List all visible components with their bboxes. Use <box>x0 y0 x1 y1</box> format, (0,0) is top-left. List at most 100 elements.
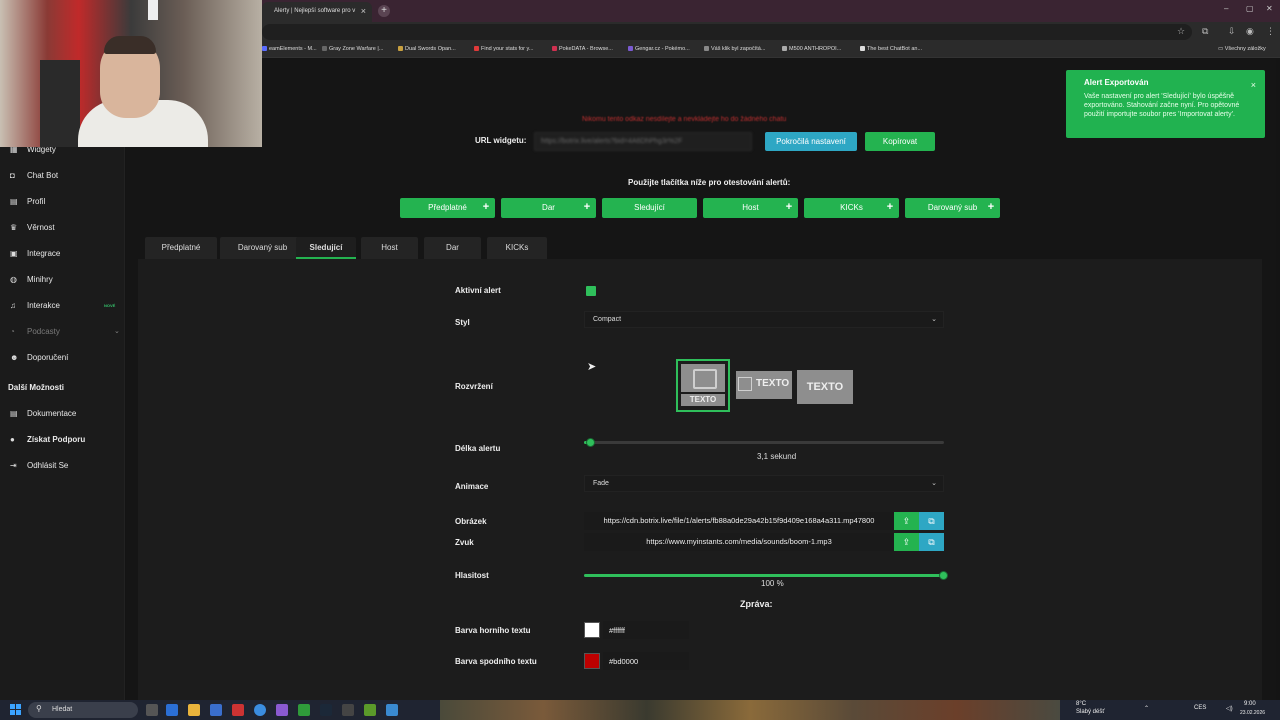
close-tab-icon[interactable]: × <box>361 6 366 16</box>
clock-time[interactable]: 9:00 <box>1244 701 1256 707</box>
bookmark-favicon-icon <box>860 46 865 51</box>
widget-url-label: URL widgetu: <box>475 136 527 145</box>
file-explorer-icon[interactable] <box>188 704 200 716</box>
sidebar-item-vernost[interactable]: ♛ Věrnost <box>10 223 120 237</box>
volume-slider[interactable] <box>584 571 948 580</box>
xbox-icon[interactable] <box>298 704 310 716</box>
browse-image-button[interactable]: ⧉ <box>919 512 944 530</box>
bottom-text-color-swatch[interactable] <box>584 653 600 669</box>
all-bookmarks[interactable]: ▭ Všechny záložky <box>1218 46 1266 52</box>
app-icon[interactable] <box>232 704 244 716</box>
test-sledujici-button[interactable]: Sledující <box>602 198 697 218</box>
tab-darovany-sub[interactable]: Darovaný sub <box>220 237 305 259</box>
new-tab-button[interactable]: + <box>378 5 390 17</box>
duration-value: 3,1 sekund <box>757 452 797 461</box>
sound-url-field[interactable]: https://www.myinstants.com/media/sounds/… <box>584 533 894 551</box>
url-field[interactable] <box>262 24 1192 40</box>
style-select[interactable]: Compact ⌄ <box>584 311 944 328</box>
tab-dar[interactable]: Dar <box>424 237 481 259</box>
sidebar-item-podcasty[interactable]: ◔ Podcasty ⌄ <box>10 327 120 341</box>
upload-image-button[interactable]: ⇪ <box>894 512 919 530</box>
app-icon[interactable] <box>276 704 288 716</box>
volume-icon[interactable]: ◁) <box>1226 705 1233 712</box>
advanced-settings-button[interactable]: Pokročilá nastavení <box>765 132 857 151</box>
bottom-text-color-label: Barva spodního textu <box>455 657 537 666</box>
bottom-text-color-input[interactable]: #bd0000 <box>603 652 689 670</box>
close-window-icon[interactable]: ✕ <box>1266 4 1273 13</box>
test-host-button[interactable]: Host + <box>703 198 798 218</box>
widget-url-field[interactable]: https://botrix.live/alerts?bid=4A6DhPhg3… <box>534 132 752 151</box>
layout-option-text-only[interactable]: TEXTO <box>797 370 853 404</box>
chevron-up-icon[interactable]: ⌃ <box>1144 705 1149 712</box>
taskbar-search[interactable]: ⚲ Hledat <box>28 702 138 718</box>
copy-button[interactable]: Kopírovat <box>865 132 935 151</box>
bookmark-item[interactable]: Gengar.cz - Pokémo... <box>628 46 690 52</box>
close-icon[interactable]: × <box>1251 80 1256 90</box>
sidebar-item-chat-bot[interactable]: ◘ Chat Bot <box>10 171 120 185</box>
weather-temp: 8°C <box>1076 701 1087 707</box>
tab-predplatne[interactable]: Předplatné <box>145 237 217 259</box>
plus-icon[interactable]: + <box>982 198 1000 218</box>
sidebar-item-widgety[interactable]: ▦ Widgety <box>10 145 120 159</box>
test-kicks-button[interactable]: KICKs + <box>804 198 899 218</box>
tab-sledujici[interactable]: Sledující <box>296 237 356 259</box>
sidebar-item-minihry[interactable]: ◍ Minihry <box>10 275 120 289</box>
app-icon[interactable] <box>364 704 376 716</box>
sidebar-item-dokumentace[interactable]: ▤ Dokumentace <box>10 409 120 423</box>
plus-icon[interactable]: + <box>881 198 899 218</box>
plus-icon[interactable]: + <box>780 198 798 218</box>
app-icon[interactable] <box>210 704 222 716</box>
tab-kicks[interactable]: KICKs <box>487 237 547 259</box>
bookmark-item[interactable]: The best ChatBot an... <box>860 46 922 52</box>
app-icon[interactable] <box>386 704 398 716</box>
browser-tab[interactable]: Alerty | Nejlepší software pro v × <box>262 2 372 22</box>
active-alert-checkbox[interactable] <box>586 286 596 296</box>
top-text-color-input[interactable]: #ffffff <box>603 621 689 639</box>
test-predplatne-button[interactable]: Předplatné + <box>400 198 495 218</box>
bookmark-item[interactable]: eamElements - M... <box>262 46 317 52</box>
tab-host[interactable]: Host <box>361 237 418 259</box>
browse-sound-button[interactable]: ⧉ <box>919 533 944 551</box>
sidebar-item-ziskat-podporu[interactable]: ● Získat Podporu <box>10 435 120 449</box>
clock-date[interactable]: 23.02.2026 <box>1240 710 1265 716</box>
bookmark-item[interactable]: Find your stats for y... <box>474 46 533 52</box>
volume-slider-handle[interactable] <box>939 571 948 580</box>
task-view-icon[interactable] <box>146 704 158 716</box>
test-dar-button[interactable]: Dar + <box>501 198 596 218</box>
download-icon[interactable]: ⇩ <box>1228 26 1236 37</box>
sidebar-item-integrace[interactable]: ▣ Integrace <box>10 249 120 263</box>
extensions-icon[interactable]: ⧉ <box>1202 26 1208 37</box>
bookmark-item[interactable]: Gray Zone Warfare |... <box>322 46 383 52</box>
alert-tabs: Předplatné Darovaný sub Sledující Host D… <box>138 237 1262 259</box>
top-text-color-swatch[interactable] <box>584 622 600 638</box>
bookmark-item[interactable]: PokeDATA - Browse... <box>552 46 613 52</box>
bookmark-item[interactable]: Dual Swords Opan... <box>398 46 456 52</box>
bookmark-item[interactable]: Váš klik byl započítá... <box>704 46 765 52</box>
chrome-icon[interactable] <box>254 704 266 716</box>
sidebar-item-interakce[interactable]: ♫ Interakce NOVÉ <box>10 301 120 315</box>
sidebar-item-profil[interactable]: ▤ Profil <box>10 197 120 211</box>
plus-icon[interactable]: + <box>578 198 596 218</box>
windows-start-icon[interactable] <box>10 704 22 716</box>
app-icon[interactable] <box>166 704 178 716</box>
bookmark-item[interactable]: M500 ANTHROPOI... <box>782 46 841 52</box>
app-icon[interactable] <box>342 704 354 716</box>
test-darovany-sub-button[interactable]: Darovaný sub + <box>905 198 1000 218</box>
language-indicator[interactable]: CES <box>1194 705 1206 711</box>
steam-icon[interactable] <box>320 704 332 716</box>
menu-icon[interactable]: ⋮ <box>1266 26 1275 37</box>
sidebar-item-doporuceni[interactable]: ☻ Doporučení <box>10 353 120 367</box>
layout-option-image-top[interactable]: TEXTO <box>676 359 730 412</box>
maximize-icon[interactable]: ▢ <box>1246 4 1254 13</box>
duration-slider[interactable] <box>584 438 944 447</box>
plus-icon[interactable]: + <box>477 198 495 218</box>
star-icon[interactable]: ☆ <box>1177 26 1185 37</box>
image-url-field[interactable]: https://cdn.botrix.live/file/1/alerts/fb… <box>584 512 894 530</box>
sidebar-item-odhlasit[interactable]: ⇥ Odhlásit Se <box>10 461 120 475</box>
animation-select[interactable]: Fade ⌄ <box>584 475 944 492</box>
bookmark-favicon-icon <box>704 46 709 51</box>
minimize-icon[interactable]: – <box>1224 4 1228 13</box>
upload-sound-button[interactable]: ⇪ <box>894 533 919 551</box>
profile-icon[interactable]: ◉ <box>1246 26 1254 37</box>
layout-option-image-left[interactable]: TEXTO <box>736 371 792 399</box>
